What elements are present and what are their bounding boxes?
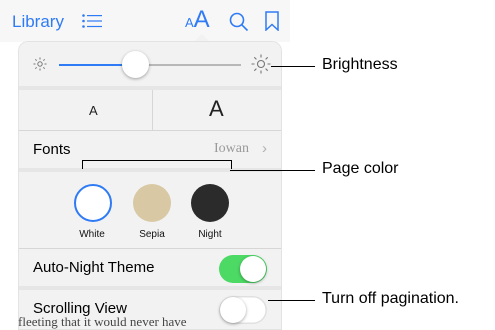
page-color-row: White Sepia Night bbox=[19, 172, 281, 248]
page-color-callout-line bbox=[230, 170, 315, 171]
library-button[interactable]: Library bbox=[12, 12, 64, 32]
page-color-bracket bbox=[82, 160, 232, 169]
pagination-callout: Turn off pagination. bbox=[322, 290, 459, 307]
brightness-slider-thumb[interactable] bbox=[122, 51, 150, 78]
page-color-white-label: White bbox=[79, 229, 105, 240]
page-color-night-swatch[interactable] bbox=[191, 184, 229, 222]
text-size-row: A A bbox=[19, 90, 281, 130]
sun-large-icon bbox=[251, 54, 271, 74]
font-big-glyph: A bbox=[193, 6, 210, 33]
list-icon[interactable] bbox=[82, 14, 102, 28]
bookmark-icon[interactable] bbox=[265, 11, 279, 31]
toggle-thumb bbox=[220, 297, 246, 323]
page-color-sepia-swatch[interactable] bbox=[133, 184, 171, 222]
brightness-callout-line bbox=[271, 66, 315, 67]
appearance-popover: A A Fonts Iowan › White Sepia Night Auto… bbox=[19, 42, 281, 329]
reader-toolbar: Library AA bbox=[0, 0, 290, 42]
decrease-text-size-button[interactable]: A bbox=[89, 103, 98, 118]
page-color-sepia-label: Sepia bbox=[139, 229, 165, 240]
chevron-right-icon: › bbox=[262, 140, 267, 157]
brightness-row bbox=[19, 42, 281, 86]
page-color-callout: Page color bbox=[322, 160, 399, 177]
book-text-peek: fleeting that it would never have bbox=[18, 314, 187, 329]
auto-night-row: Auto-Night Theme bbox=[19, 249, 281, 286]
scrolling-view-toggle[interactable] bbox=[219, 296, 267, 324]
font-small-glyph: A bbox=[185, 15, 194, 30]
auto-night-toggle[interactable] bbox=[219, 255, 267, 283]
toggle-thumb bbox=[240, 256, 266, 282]
sun-small-icon bbox=[33, 57, 47, 71]
text-size-divider bbox=[152, 90, 153, 130]
search-icon[interactable] bbox=[229, 12, 249, 32]
pagination-callout-line bbox=[268, 300, 315, 301]
page-color-night-label: Night bbox=[198, 229, 222, 240]
page-color-white-swatch[interactable] bbox=[74, 184, 112, 222]
auto-night-label: Auto-Night Theme bbox=[33, 259, 155, 276]
increase-text-size-button[interactable]: A bbox=[209, 96, 224, 122]
fonts-label: Fonts bbox=[33, 141, 71, 158]
brightness-track-empty bbox=[135, 64, 241, 66]
brightness-callout: Brightness bbox=[322, 56, 398, 73]
appearance-button[interactable]: AA bbox=[185, 6, 210, 34]
fonts-value: Iowan bbox=[214, 141, 249, 156]
